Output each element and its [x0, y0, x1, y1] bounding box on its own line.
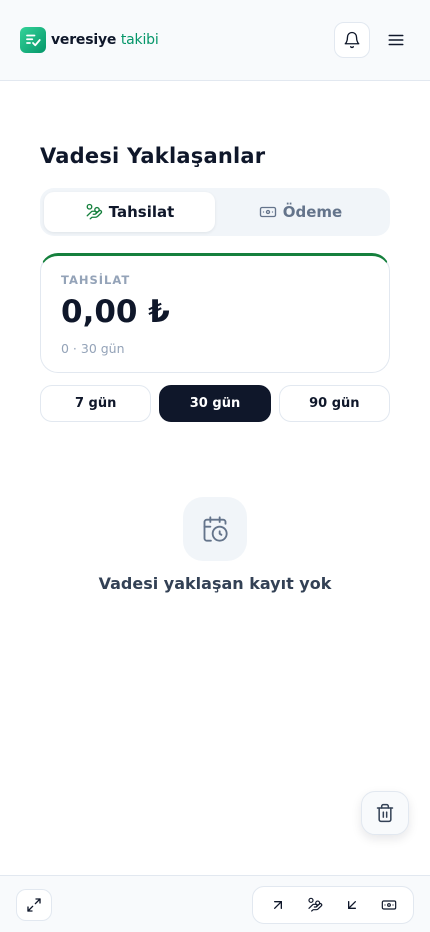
quick-payment-button[interactable]: [374, 890, 404, 920]
summary-range: 0 · 30 gün: [61, 341, 125, 356]
expand-button[interactable]: [16, 889, 52, 921]
quick-collection-button[interactable]: [300, 890, 330, 920]
arrow-up-right-icon: [273, 901, 282, 909]
hand-coins-icon: [86, 203, 102, 220]
app-header: veresiye takibi: [0, 0, 430, 81]
tab-tahsilat-label: Tahsilat: [108, 203, 175, 221]
range-filter: 7 gün 30 gün 90 gün: [40, 385, 390, 422]
page-title: Vadesi Yaklaşanlar: [40, 144, 266, 168]
summary-amount: 0,00 ₺: [61, 294, 170, 330]
quick-outgoing-button[interactable]: [263, 890, 293, 920]
brand-logo[interactable]: veresiye takibi: [20, 27, 159, 53]
menu-button[interactable]: [380, 22, 412, 58]
calendar-clock-icon: [203, 516, 228, 542]
hand-coins-icon: [307, 897, 322, 912]
banknote-icon: [259, 206, 276, 218]
brand-name-accent: takibi: [120, 32, 159, 48]
range-7-button[interactable]: 7 gün: [40, 385, 152, 422]
summary-card: TAHSİLAT 0,00 ₺ 0 · 30 gün: [40, 253, 390, 373]
logo-check-icon: [20, 27, 46, 53]
empty-state-message: Vadesi yaklaşan kayıt yok: [98, 574, 332, 593]
hamburger-menu-icon: [388, 34, 404, 46]
bell-icon: [344, 31, 360, 49]
quick-actions: [252, 886, 414, 924]
summary-label: TAHSİLAT: [61, 273, 131, 287]
banknote-icon: [381, 900, 396, 910]
quick-incoming-button[interactable]: [337, 890, 367, 920]
arrow-down-left-icon: [347, 901, 356, 909]
tab-odeme-label: Ödeme: [282, 203, 343, 221]
tab-odeme[interactable]: Ödeme: [215, 192, 386, 232]
type-segmented-control: Tahsilat Ödeme: [40, 188, 390, 236]
notifications-button[interactable]: [334, 22, 370, 58]
trash-button[interactable]: [361, 791, 409, 835]
range-30-button[interactable]: 30 gün: [159, 385, 271, 422]
brand-name: veresiye takibi: [51, 32, 159, 48]
trash-icon: [376, 803, 394, 823]
brand-name-main: veresiye: [51, 32, 117, 48]
expand-icon: [27, 898, 41, 912]
range-90-button[interactable]: 90 gün: [278, 385, 390, 422]
bottom-toolbar: [0, 875, 430, 932]
tab-tahsilat[interactable]: Tahsilat: [44, 192, 215, 232]
empty-state-badge: [183, 497, 247, 561]
